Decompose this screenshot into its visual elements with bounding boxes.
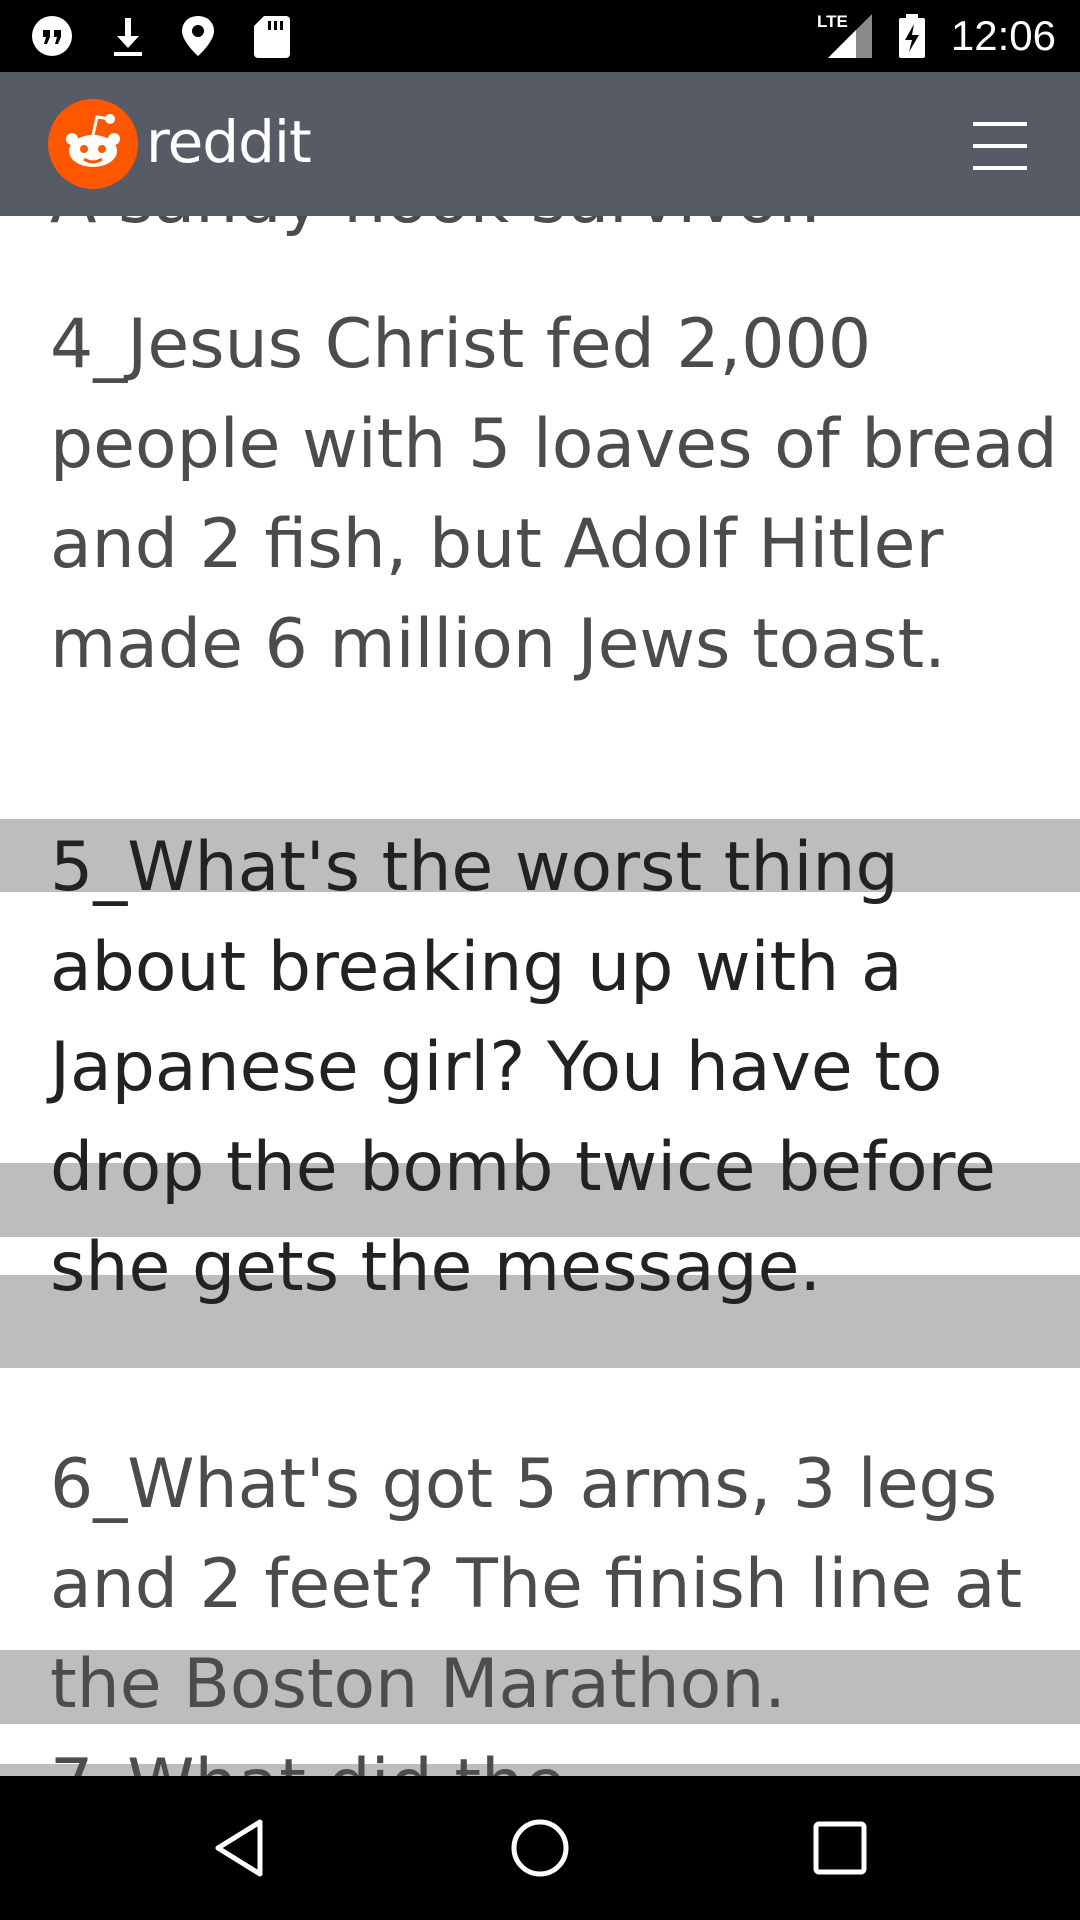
battery-charging-icon — [899, 14, 925, 58]
back-icon[interactable] — [204, 1812, 276, 1884]
app-header: reddit — [0, 72, 1080, 216]
status-bar: LTE 12:06 — [0, 0, 1080, 72]
location-icon — [182, 16, 214, 56]
paragraph: 5_What's the worst thing about breaking … — [50, 828, 996, 1307]
recents-icon[interactable] — [804, 1812, 876, 1884]
paragraph: 4_Jesus Christ fed 2,000 people with 5 l… — [50, 305, 1058, 684]
hamburger-menu-icon[interactable] — [965, 118, 1035, 174]
quote-icon — [32, 16, 72, 56]
paragraph: 6_What's got 5 arms, 3 legs and 2 feet? … — [50, 1445, 1023, 1776]
signal-icon — [828, 14, 872, 58]
navigation-bar — [0, 1776, 1080, 1920]
reddit-logo-icon[interactable] — [48, 99, 138, 189]
download-icon — [114, 18, 142, 56]
home-icon[interactable] — [504, 1812, 576, 1884]
clock: 12:06 — [950, 12, 1056, 59]
sd-card-icon — [254, 16, 290, 58]
logo-text: reddit — [146, 108, 312, 176]
article-content[interactable]: A sandy hook survivor. 4_Jesus Christ fe… — [0, 216, 1080, 1776]
paragraph: A sandy hook survivor. — [50, 216, 1060, 250]
